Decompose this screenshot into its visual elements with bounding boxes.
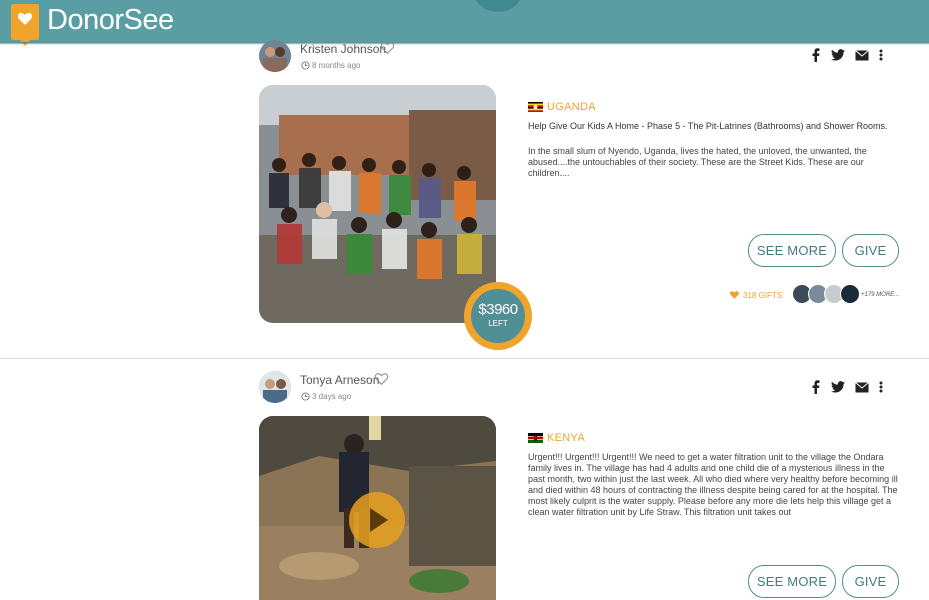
see-more-button[interactable]: SEE MORE [748, 234, 836, 267]
amount-left-badge: $3960 LEFT [464, 282, 532, 350]
see-more-button[interactable]: SEE MORE [748, 565, 836, 598]
gift-count: 318 GIFTS [729, 290, 782, 300]
post-country: KENYA [547, 432, 585, 444]
social-share-bar [811, 380, 883, 394]
post-video[interactable] [259, 416, 496, 600]
author-name[interactable]: Tonya Arneson [300, 373, 379, 387]
clock-icon [301, 61, 310, 70]
brand-name[interactable]: DonorSee [47, 4, 174, 37]
more-vertical-icon[interactable] [879, 49, 883, 61]
uganda-flag-icon [528, 102, 543, 112]
twitter-icon[interactable] [831, 49, 845, 61]
heart-icon [17, 13, 33, 25]
give-button[interactable]: GIVE [842, 234, 899, 267]
post-time: 8 months ago [312, 61, 361, 70]
header-center-button[interactable] [474, 0, 522, 12]
favorite-heart-icon[interactable] [374, 372, 389, 386]
gift-heart-icon [730, 291, 739, 299]
post-photo[interactable] [259, 85, 496, 323]
email-icon[interactable] [855, 49, 869, 61]
social-share-bar [811, 48, 883, 62]
favorite-heart-icon[interactable] [380, 41, 395, 55]
donor-avatar[interactable] [840, 284, 860, 304]
logo-icon[interactable] [11, 4, 39, 46]
clock-icon [301, 392, 310, 401]
post-divider [0, 358, 929, 359]
email-icon[interactable] [855, 381, 869, 393]
facebook-icon[interactable] [811, 48, 821, 62]
avatar[interactable] [259, 40, 291, 72]
more-donors-link[interactable]: +179 MORE... [861, 292, 899, 298]
header-shadow [0, 42, 929, 45]
badge-inner: $3960 LEFT [471, 289, 525, 343]
top-header: DonorSee [0, 0, 929, 46]
avatar-image [259, 40, 291, 72]
amount-left: $3960 [478, 301, 518, 318]
more-vertical-icon[interactable] [879, 381, 883, 393]
post-country: UGANDA [547, 101, 596, 113]
avatar[interactable] [259, 371, 291, 403]
post-time: 3 days ago [312, 392, 352, 401]
post-description: Urgent!!! Urgent!!! Urgent!!! We need to… [528, 452, 898, 517]
post-description: In the small slum of Nyendo, Uganda, liv… [528, 146, 867, 178]
play-icon[interactable] [349, 492, 405, 548]
gift-count-label: 318 GIFTS [743, 290, 783, 300]
children-group-photo [259, 85, 496, 323]
author-name[interactable]: Kristen Johnson [300, 42, 386, 56]
amount-left-label: LEFT [488, 319, 508, 328]
donor-avatars[interactable] [792, 284, 860, 304]
twitter-icon[interactable] [831, 381, 845, 393]
facebook-icon[interactable] [811, 380, 821, 394]
kenya-flag-icon [528, 433, 543, 443]
post-title: Help Give Our Kids A Home - Phase 5 - Th… [528, 121, 888, 131]
avatar-image [259, 371, 291, 403]
give-button[interactable]: GIVE [842, 565, 899, 598]
